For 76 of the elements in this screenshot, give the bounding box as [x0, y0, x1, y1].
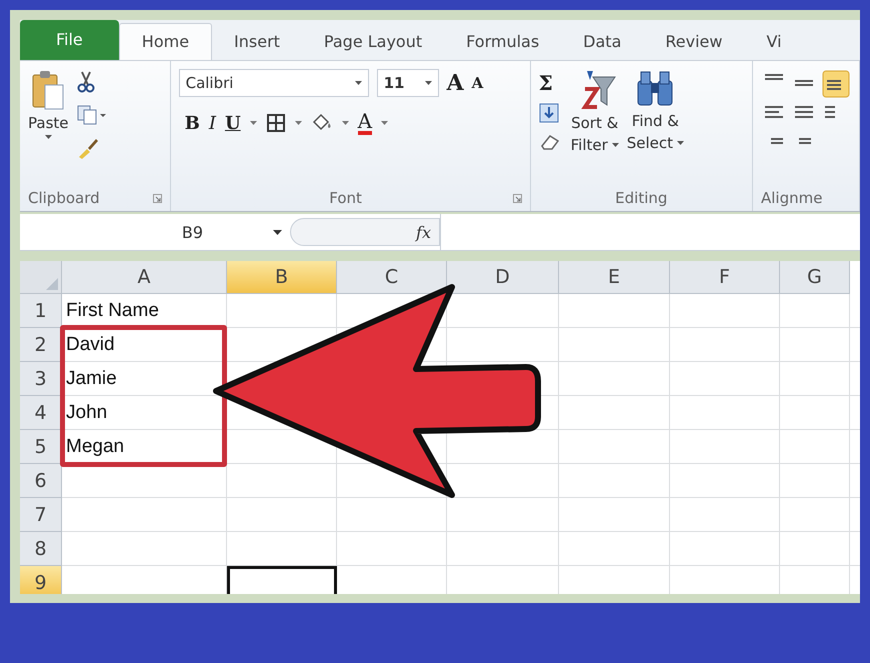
autosum-button[interactable]: Σ: [538, 71, 553, 95]
underline-button[interactable]: U: [224, 112, 241, 134]
bold-button[interactable]: B: [184, 112, 200, 134]
table-cell: Megan: [66, 436, 124, 458]
group-label: Clipboard: [28, 189, 100, 207]
row-header[interactable]: 6: [20, 464, 62, 498]
caret-icon: [273, 230, 282, 234]
row-header[interactable]: 7: [20, 498, 62, 532]
sort-filter-button[interactable]: Sort & Filter: [570, 69, 619, 155]
button-label: Sort &: [571, 113, 618, 133]
group-label: Alignme: [761, 189, 822, 207]
caret-icon: [44, 135, 52, 139]
column-header[interactable]: G: [780, 261, 850, 294]
column-header[interactable]: C: [337, 261, 447, 294]
launcher-icon[interactable]: [512, 194, 522, 202]
caret-icon[interactable]: [294, 121, 302, 125]
row-header[interactable]: 5: [20, 430, 62, 464]
ribbon-tab[interactable]: Page Layout: [302, 24, 444, 60]
shrink-font-button[interactable]: A: [472, 74, 484, 92]
fill-down-icon[interactable]: [538, 103, 561, 125]
italic-button[interactable]: I: [208, 112, 216, 134]
row-header[interactable]: 4: [20, 396, 62, 430]
button-label: Select: [626, 133, 674, 153]
row-header[interactable]: 8: [20, 532, 62, 566]
find-select-button[interactable]: Find & Select: [626, 69, 684, 153]
row-header[interactable]: 1: [20, 294, 62, 328]
copy-icon[interactable]: [76, 105, 106, 125]
caret-icon: [612, 143, 619, 147]
grow-font-button[interactable]: A: [446, 70, 464, 96]
active-cell[interactable]: [227, 566, 337, 594]
caret-icon[interactable]: [424, 81, 432, 85]
column-header[interactable]: A: [62, 261, 227, 294]
group-label: Editing: [614, 189, 668, 207]
caret-icon[interactable]: [381, 121, 388, 125]
button-label: Filter: [570, 135, 608, 155]
row-header[interactable]: 9: [20, 566, 62, 594]
caret-icon: [677, 141, 684, 145]
column-header[interactable]: D: [447, 261, 559, 294]
row-header[interactable]: 3: [20, 362, 62, 396]
insert-function-button[interactable]: fx: [290, 218, 440, 246]
table-cell: David: [66, 334, 115, 356]
table-cell: Jamie: [66, 368, 117, 390]
ribbon-tab[interactable]: Insert: [212, 24, 302, 60]
column-header[interactable]: E: [559, 261, 670, 294]
ribbon-tab[interactable]: Vi: [744, 24, 804, 60]
font-color-button[interactable]: A: [358, 111, 372, 135]
paste-button[interactable]: Paste: [28, 69, 68, 139]
group-label: Font: [328, 189, 363, 207]
ribbon-tab[interactable]: Home: [118, 23, 212, 60]
borders-icon[interactable]: [266, 113, 286, 133]
caret-icon[interactable]: [354, 81, 362, 85]
field-value: 11: [384, 74, 404, 92]
ribbon-tab[interactable]: Data: [561, 24, 644, 60]
cell-reference: B9: [182, 222, 203, 242]
ribbon-tab[interactable]: Formulas: [444, 24, 562, 60]
fill-bucket-icon[interactable]: [310, 113, 333, 133]
scissors-icon[interactable]: [76, 71, 94, 93]
launcher-icon[interactable]: [152, 194, 162, 202]
row-header[interactable]: 2: [20, 328, 62, 362]
font-name-field[interactable]: Calibri: [178, 69, 369, 97]
column-header[interactable]: F: [670, 261, 780, 294]
clipboard-icon: [31, 69, 66, 111]
table-cell: John: [66, 402, 108, 424]
name-box[interactable]: B9: [20, 214, 290, 250]
ribbon-tab[interactable]: Review: [643, 24, 744, 60]
triangle-icon: [46, 278, 58, 290]
button-label: Find &: [632, 111, 679, 131]
table-cell: First Name: [66, 300, 159, 322]
caret-icon[interactable]: [342, 121, 349, 125]
caret-icon[interactable]: [250, 121, 257, 125]
button-label: Paste: [28, 113, 68, 133]
field-value: Calibri: [186, 74, 234, 92]
font-size-field[interactable]: 11: [376, 69, 439, 97]
column-header[interactable]: B: [227, 261, 337, 294]
ribbon-tab[interactable]: File: [20, 20, 119, 60]
brush-icon[interactable]: [76, 137, 98, 159]
